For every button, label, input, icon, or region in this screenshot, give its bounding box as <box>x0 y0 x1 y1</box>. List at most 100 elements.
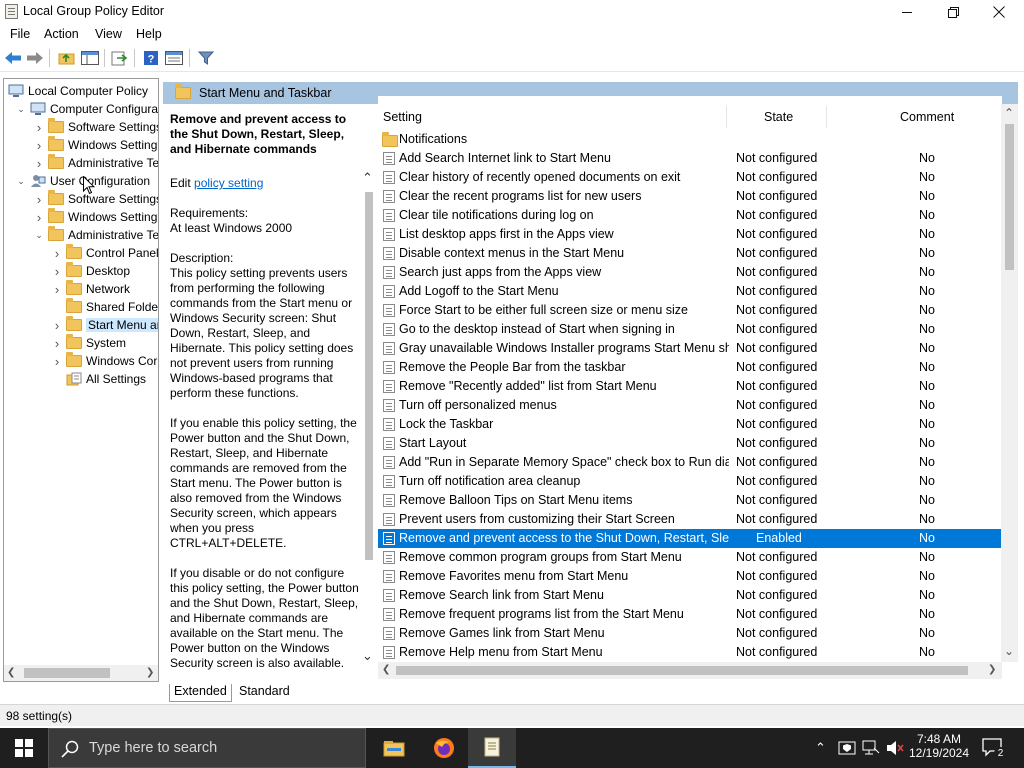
help-button[interactable]: ? <box>142 49 160 67</box>
setting-row[interactable]: Lock the Taskbar Not configured No <box>378 415 1002 434</box>
tree-expand-icon[interactable]: › <box>52 354 62 369</box>
tree-expand-icon[interactable]: › <box>52 264 62 279</box>
tab-standard[interactable]: Standard <box>235 684 294 702</box>
list-horizontal-scrollbar[interactable]: ❮ ❯ <box>378 662 1002 679</box>
setting-row[interactable]: Remove "Recently added" list from Start … <box>378 377 1002 396</box>
setting-row[interactable]: Clear history of recently opened documen… <box>378 168 1002 187</box>
setting-row[interactable]: Remove Favorites menu from Start Menu Not… <box>378 567 1002 586</box>
scroll-up-icon[interactable]: ⌃ <box>1004 106 1014 120</box>
minimize-button[interactable] <box>884 0 930 24</box>
tree-item[interactable]: Local Computer Policy <box>8 82 148 100</box>
menu-view[interactable]: View <box>95 27 122 41</box>
scroll-down-icon[interactable]: ⌄ <box>1004 644 1014 658</box>
close-button[interactable] <box>976 0 1022 24</box>
tree-item[interactable]: › Administrative Te <box>34 154 158 172</box>
setting-row[interactable]: Clear tile notifications during log on No… <box>378 206 1002 225</box>
setting-row[interactable]: Gray unavailable Windows Installer progr… <box>378 339 1002 358</box>
setting-row[interactable]: Add "Run in Separate Memory Space" check… <box>378 453 1002 472</box>
column-comment[interactable]: Comment <box>900 110 954 124</box>
tree-expand-icon[interactable]: › <box>34 120 44 135</box>
show-hide-tree-button[interactable] <box>81 49 99 67</box>
menu-action[interactable]: Action <box>44 27 79 41</box>
setting-row[interactable]: Remove Balloon Tips on Start Menu items N… <box>378 491 1002 510</box>
list-vertical-scrollbar[interactable]: ⌃ ⌄ <box>1001 104 1018 662</box>
tree-item[interactable]: All Settings <box>52 370 146 388</box>
description-scroll-thumb[interactable] <box>365 192 373 560</box>
scroll-right-icon[interactable]: ❯ <box>988 664 996 675</box>
tree-item[interactable]: ⌄ Administrative Te <box>34 226 158 244</box>
tree-expand-icon[interactable]: › <box>34 156 44 171</box>
edit-policy-setting-link[interactable]: policy setting <box>194 176 263 190</box>
tree-item[interactable]: › Network <box>52 280 130 298</box>
tree-scroll-thumb[interactable] <box>24 668 110 678</box>
filter-button[interactable] <box>197 49 215 67</box>
tree-item[interactable]: › Software Settings <box>34 118 158 136</box>
network-tray-icon[interactable] <box>862 740 880 759</box>
tree-expand-icon[interactable]: › <box>34 138 44 153</box>
notification-center-button[interactable]: 2 <box>982 738 1007 761</box>
properties-button[interactable] <box>165 49 183 67</box>
tree-expand-icon[interactable]: › <box>34 192 44 207</box>
tree-expand-icon[interactable]: › <box>34 210 44 225</box>
description-scrollbar[interactable]: ⌃ ⌄ <box>360 170 378 668</box>
start-button[interactable] <box>0 728 48 768</box>
taskbar-firefox[interactable] <box>420 728 468 768</box>
back-button[interactable] <box>4 49 22 67</box>
tray-overflow-chevron-icon[interactable]: ⌃ <box>815 740 826 756</box>
tree-item[interactable]: › Software Settings <box>34 190 158 208</box>
taskbar-group-policy-editor[interactable] <box>468 728 516 768</box>
security-tray-icon[interactable] <box>838 739 856 760</box>
column-setting[interactable]: Setting <box>383 110 422 124</box>
tree-expand-icon[interactable]: › <box>52 336 62 351</box>
list-hscroll-thumb[interactable] <box>396 666 968 675</box>
maximize-button[interactable] <box>930 0 976 24</box>
settings-list[interactable]: Setting State Comment Notifications Add S… <box>378 96 1002 662</box>
volume-tray-icon[interactable] <box>886 740 904 759</box>
tab-extended[interactable]: Extended <box>169 684 232 702</box>
forward-button[interactable] <box>26 49 44 67</box>
tree-item[interactable]: Shared Folder <box>52 298 158 316</box>
menu-file[interactable]: File <box>10 27 30 41</box>
setting-row[interactable]: Remove Help menu from Start Menu Not conf… <box>378 643 1002 662</box>
tree-item[interactable]: ⌄ Computer Configura <box>16 100 158 118</box>
tree-item[interactable]: › Windows Setting <box>34 208 157 226</box>
up-folder-button[interactable] <box>57 49 75 67</box>
setting-row[interactable]: Remove the People Bar from the taskbar No… <box>378 358 1002 377</box>
taskbar-search-box[interactable]: Type here to search <box>48 728 366 768</box>
scroll-left-icon[interactable]: ❮ <box>7 667 15 678</box>
setting-row[interactable]: Go to the desktop instead of Start when … <box>378 320 1002 339</box>
tree-collapse-icon[interactable]: ⌄ <box>34 230 44 241</box>
tree-item[interactable]: › Control Panel <box>52 244 158 262</box>
scroll-up-icon[interactable]: ⌃ <box>362 170 373 186</box>
setting-row[interactable]: Remove common program groups from Start … <box>378 548 1002 567</box>
setting-row[interactable]: Clear the recent programs list for new u… <box>378 187 1002 206</box>
setting-row[interactable]: Force Start to be either full screen siz… <box>378 301 1002 320</box>
list-scroll-thumb[interactable] <box>1005 124 1014 270</box>
setting-row[interactable]: Remove Games link from Start Menu Not con… <box>378 624 1002 643</box>
tree-item[interactable]: › Desktop <box>52 262 130 280</box>
tree-item[interactable]: › Start Menu ar <box>52 316 158 334</box>
setting-row[interactable]: Turn off personalized menus Not configure… <box>378 396 1002 415</box>
tree-collapse-icon[interactable]: ⌄ <box>16 176 26 187</box>
export-list-button[interactable] <box>111 49 129 67</box>
setting-row[interactable]: Remove Search link from Start Menu Not co… <box>378 586 1002 605</box>
setting-row[interactable]: Prevent users from customizing their Sta… <box>378 510 1002 529</box>
taskbar-file-explorer[interactable] <box>370 728 418 768</box>
setting-row[interactable]: Start Layout Not configured No <box>378 434 1002 453</box>
setting-row[interactable]: Turn off notification area cleanup Not co… <box>378 472 1002 491</box>
setting-row[interactable]: Remove frequent programs list from the S… <box>378 605 1002 624</box>
tree-item[interactable]: › System <box>52 334 126 352</box>
setting-row[interactable]: Remove and prevent access to the Shut Do… <box>378 529 1002 548</box>
setting-row[interactable]: List desktop apps first in the Apps view… <box>378 225 1002 244</box>
tree-collapse-icon[interactable]: ⌄ <box>16 104 26 115</box>
tree-expand-icon[interactable]: › <box>52 318 62 333</box>
console-tree[interactable]: Local Computer Policy ⌄ Computer Configura… <box>3 78 159 682</box>
scroll-right-icon[interactable]: ❯ <box>146 667 154 678</box>
folder-row[interactable]: Notifications <box>378 130 1002 149</box>
clock[interactable]: 7:48 AM 12/19/2024 <box>906 732 972 760</box>
tree-item[interactable]: › Windows Setting <box>34 136 157 154</box>
setting-row[interactable]: Add Search Internet link to Start Menu No… <box>378 149 1002 168</box>
setting-row[interactable]: Disable context menus in the Start Menu N… <box>378 244 1002 263</box>
setting-row[interactable]: Add Logoff to the Start Menu Not configur… <box>378 282 1002 301</box>
column-state[interactable]: State <box>764 110 793 124</box>
